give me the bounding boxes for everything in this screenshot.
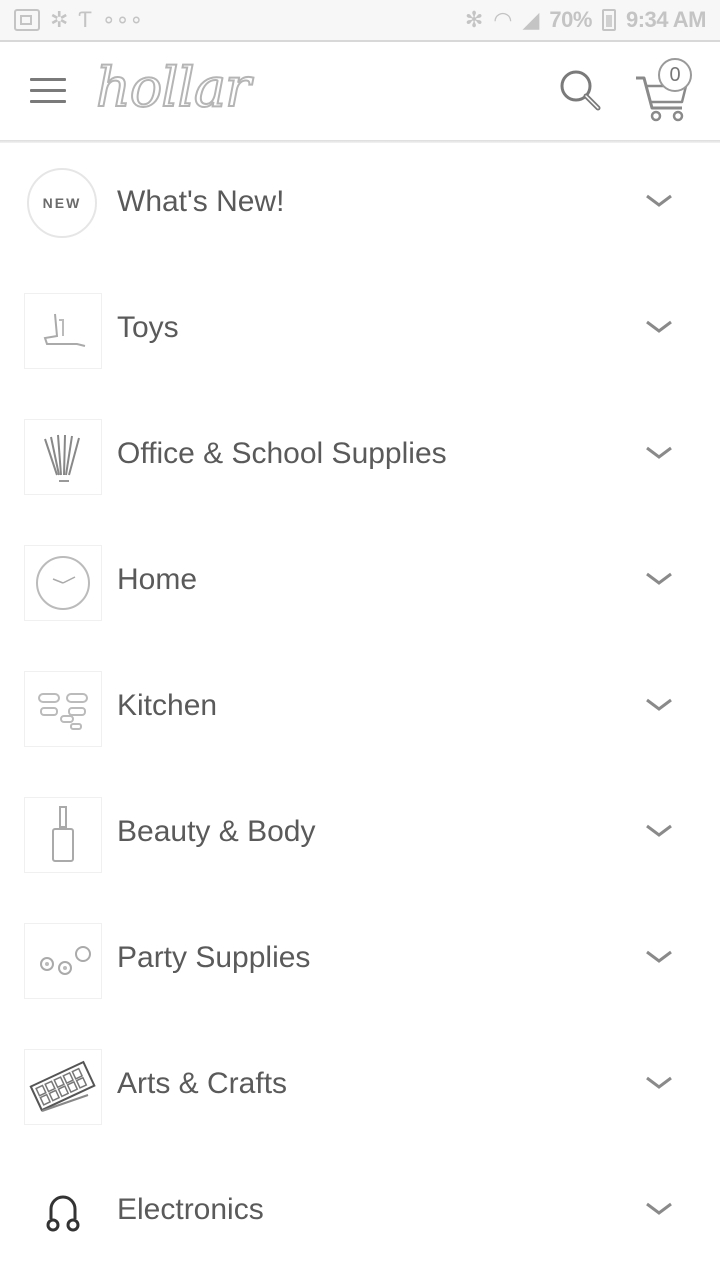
chevron-down-icon[interactable]: [644, 947, 674, 967]
app-header: hollar 0: [0, 42, 720, 140]
battery-percent: 70%: [549, 7, 592, 32]
status-bar-left: ✲ Ƭ ∘∘∘: [14, 9, 143, 31]
screen-icon: [14, 9, 40, 31]
chevron-down-icon[interactable]: [644, 317, 674, 337]
category-home[interactable]: Home: [0, 521, 720, 647]
nail-polish-icon: [24, 797, 102, 873]
category-label: Beauty & Body: [117, 815, 316, 848]
ornaments-icon: [24, 923, 102, 999]
menu-line: [30, 78, 66, 81]
new-badge-text: NEW: [42, 195, 82, 211]
new-badge-icon: NEW: [27, 168, 97, 238]
chevron-down-icon[interactable]: [644, 1073, 674, 1093]
chevron-down-icon[interactable]: [644, 443, 674, 463]
battery-icon: [601, 9, 616, 31]
category-label: Kitchen: [117, 689, 218, 722]
menu-line: [30, 89, 66, 92]
chevron-down-icon[interactable]: [644, 695, 674, 715]
wifi-icon: ◠: [493, 7, 513, 32]
category-list: NEW What's New! Toys Office & School Sup…: [0, 143, 720, 1277]
headphones-icon: [24, 1175, 102, 1251]
status-bar: ✲ Ƭ ∘∘∘ ✻ ◠ ◢ 70% 9:34 AM: [0, 0, 720, 40]
clock-time: 9:34 AM: [625, 7, 707, 32]
bluetooth-icon: ✻: [464, 7, 484, 32]
search-button[interactable]: [556, 66, 606, 116]
search-icon: [560, 70, 601, 111]
clock-icon: [24, 545, 102, 621]
carrier-icon: Ƭ: [78, 7, 92, 32]
category-label: Toys: [117, 311, 179, 344]
cart-count-badge: 0: [658, 58, 692, 92]
more-dots-icon: ∘∘∘: [101, 7, 144, 32]
chevron-down-icon[interactable]: [644, 1199, 674, 1219]
category-party-supplies[interactable]: Party Supplies: [0, 899, 720, 1025]
category-whats-new[interactable]: NEW What's New!: [0, 143, 720, 269]
chevron-down-icon[interactable]: [644, 191, 674, 211]
category-arts-crafts[interactable]: Arts & Crafts: [0, 1025, 720, 1151]
category-electronics[interactable]: Electronics: [0, 1151, 720, 1277]
containers-icon: [24, 671, 102, 747]
menu-line: [30, 100, 66, 103]
category-kitchen[interactable]: Kitchen: [0, 647, 720, 773]
hollar-logo[interactable]: hollar: [95, 55, 252, 120]
pens-icon: [24, 419, 102, 495]
signal-icon: ◢: [522, 7, 540, 32]
category-label: Party Supplies: [117, 941, 311, 974]
chevron-down-icon[interactable]: [644, 569, 674, 589]
cart-button[interactable]: 0: [632, 56, 696, 126]
category-office-school-supplies[interactable]: Office & School Supplies: [0, 395, 720, 521]
category-beauty-body[interactable]: Beauty & Body: [0, 773, 720, 899]
category-label: Electronics: [117, 1193, 264, 1226]
category-label: Home: [117, 563, 198, 596]
category-toys[interactable]: Toys: [0, 269, 720, 395]
category-label: Office & School Supplies: [117, 437, 447, 470]
pinwheel-icon: ✲: [50, 7, 69, 32]
chevron-down-icon[interactable]: [644, 821, 674, 841]
paint-palette-icon: [24, 1049, 102, 1125]
hamburger-menu-button[interactable]: [30, 78, 66, 104]
toy-icon: [24, 293, 102, 369]
category-label: Arts & Crafts: [117, 1067, 288, 1100]
status-bar-right: ✻ ◠ ◢ 70% 9:34 AM: [464, 7, 707, 33]
category-label: What's New!: [117, 185, 285, 218]
